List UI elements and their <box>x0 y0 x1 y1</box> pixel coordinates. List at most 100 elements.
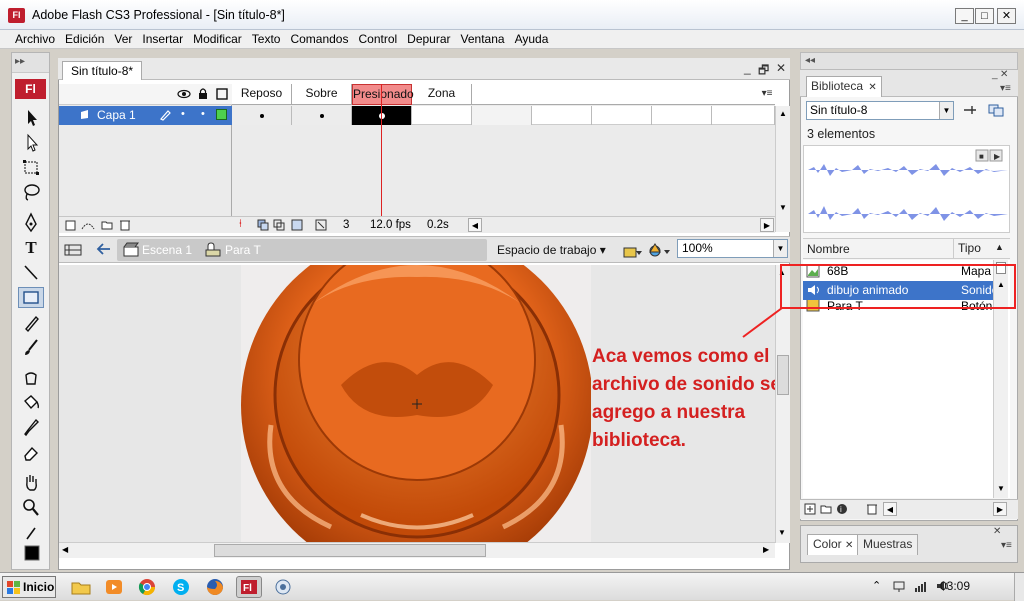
onion-skin-icon[interactable] <box>257 219 269 231</box>
hand-icon[interactable] <box>18 472 44 493</box>
frame-label-presionado[interactable]: Presionado <box>352 84 414 105</box>
text-tool-icon[interactable]: T <box>18 237 44 258</box>
subselect-icon[interactable] <box>18 132 44 153</box>
timeline-vertical-scrollbar[interactable]: ▲ ▼ <box>775 106 790 232</box>
pen-icon[interactable] <box>18 212 44 233</box>
chrome-taskbar-icon[interactable] <box>134 576 160 598</box>
document-tab[interactable]: Sin título-8* <box>62 61 143 80</box>
sort-arrow-icon[interactable]: ▲ <box>995 242 1004 252</box>
flash-taskbar-icon[interactable]: Fl <box>236 576 262 598</box>
frame-5[interactable] <box>472 106 532 125</box>
menu-depurar[interactable]: Depurar <box>402 30 455 48</box>
library-scroll-down-icon[interactable]: ▼ <box>997 484 1005 493</box>
delete-item-icon[interactable] <box>866 502 878 515</box>
outline-color-swatch[interactable] <box>216 109 227 120</box>
swatches-tab[interactable]: Muestras <box>857 534 919 555</box>
breadcrumb-scene[interactable]: Escena 1 <box>142 243 192 257</box>
scroll-up-arrow-icon[interactable]: ▲ <box>779 109 787 118</box>
lasso-icon[interactable] <box>18 182 44 203</box>
library-tab[interactable]: Biblioteca ✕ <box>806 76 882 97</box>
frame-label-zona-activa[interactable]: Zona activa <box>412 84 472 119</box>
timeline-scroll-right[interactable]: ▶ <box>760 218 774 232</box>
stage-hscroll-thumb[interactable] <box>214 544 486 557</box>
menu-control[interactable]: Control <box>353 30 402 48</box>
right-panel-grip[interactable]: ◂◂ <box>800 52 1018 70</box>
doc-minimize-button[interactable]: _ <box>744 61 751 75</box>
firefox-taskbar-icon[interactable] <box>202 576 228 598</box>
arrow-icon[interactable] <box>18 107 44 128</box>
eraser-icon[interactable] <box>18 442 44 463</box>
show-desktop-button[interactable] <box>1014 573 1024 601</box>
control-panel-taskbar-icon[interactable] <box>270 576 296 598</box>
playhead[interactable] <box>381 84 382 216</box>
menu-comandos[interactable]: Comandos <box>285 30 353 48</box>
lock-icon[interactable] <box>197 87 209 100</box>
tools-panel-grip[interactable]: ▸▸ <box>12 53 49 73</box>
frame-label-reposo[interactable]: Reposo <box>232 84 292 105</box>
pin-library-icon[interactable] <box>962 103 978 117</box>
paint-bucket-icon[interactable] <box>18 392 44 413</box>
breadcrumb-symbol[interactable]: Para T <box>225 243 261 257</box>
stage-canvas[interactable] <box>241 265 591 542</box>
keyframe-3[interactable] <box>352 106 412 125</box>
brush-icon[interactable] <box>18 337 44 358</box>
menu-edicion[interactable]: Edición <box>60 30 109 48</box>
timeline-scroll-left[interactable]: ◀ <box>468 218 482 232</box>
collapse-panel-icon[interactable]: ◂◂ <box>805 55 815 66</box>
frame-7[interactable] <box>592 106 652 125</box>
skype-taskbar-icon[interactable]: S <box>168 576 194 598</box>
keyframe-1[interactable] <box>232 106 292 125</box>
rectangle-icon[interactable] <box>18 287 44 308</box>
insert-layer-icon[interactable] <box>65 219 77 231</box>
edit-multiple-frames-icon[interactable] <box>291 219 303 231</box>
library-scroll-left[interactable]: ◀ <box>883 502 897 516</box>
stage-scroll-down-icon[interactable]: ▼ <box>778 528 786 537</box>
visibility-dot[interactable]: • <box>181 108 185 120</box>
library-select-arrow[interactable]: ▼ <box>939 102 953 119</box>
stage-horizontal-scrollbar[interactable]: ◀ ▶ <box>59 542 775 558</box>
minimize-button[interactable]: _ <box>955 8 974 24</box>
zoom-dropdown-arrow[interactable]: ▼ <box>773 240 787 257</box>
back-arrow-icon[interactable] <box>96 242 112 256</box>
color-tab[interactable]: Color ✕ <box>807 534 860 555</box>
new-symbol-icon[interactable] <box>804 503 816 515</box>
maximize-button[interactable]: □ <box>975 8 994 24</box>
column-name[interactable]: Nombre <box>807 242 850 256</box>
motion-guide-icon[interactable] <box>81 219 95 231</box>
color-tab-close-icon[interactable]: ✕ <box>845 540 853 551</box>
stage-vscroll-thumb[interactable] <box>777 355 789 395</box>
workspace-menu[interactable]: Espacio de trabajo ▾ <box>497 243 606 257</box>
library-document-select[interactable]: Sin título-8 ▼ <box>806 101 954 120</box>
pencil-icon[interactable] <box>18 312 44 333</box>
timeline-toggle-icon[interactable] <box>63 241 83 259</box>
ink-bottle-icon[interactable] <box>18 367 44 388</box>
menu-ver[interactable]: Ver <box>109 30 137 48</box>
menu-ventana[interactable]: Ventana <box>456 30 510 48</box>
menu-ayuda[interactable]: Ayuda <box>510 30 554 48</box>
signal-icon[interactable] <box>914 579 928 593</box>
frame-label-sobre[interactable]: Sobre <box>292 84 352 105</box>
stroke-color-icon[interactable] <box>18 523 44 544</box>
panel2-close-icon[interactable]: ✕ <box>993 526 1001 537</box>
frame-6[interactable] <box>532 106 592 125</box>
show-hidden-icons[interactable]: ⌃ <box>872 579 881 592</box>
library-scroll-right[interactable]: ▶ <box>993 502 1007 516</box>
start-button[interactable]: Inicio <box>2 576 56 598</box>
doc-restore-button[interactable]: 🗗 <box>758 61 769 82</box>
eye-icon[interactable] <box>177 88 191 100</box>
insert-folder-icon[interactable] <box>101 219 113 231</box>
new-folder-icon[interactable] <box>820 503 832 515</box>
clock[interactable]: 03:09 <box>940 579 970 593</box>
outline-icon[interactable] <box>216 88 228 100</box>
column-type[interactable]: Tipo <box>953 239 981 258</box>
panel2-options-icon[interactable]: ▾≡ <box>1001 540 1012 551</box>
panel-close-icon[interactable]: ✕ <box>1000 69 1008 80</box>
timeline-menu-icon[interactable]: ▾≡ <box>760 86 774 102</box>
scroll-down-arrow-icon[interactable]: ▼ <box>779 203 787 212</box>
fill-color-icon[interactable] <box>18 543 44 564</box>
lock-dot[interactable]: • <box>201 108 205 120</box>
panel-options-icon[interactable]: ▾≡ <box>1000 83 1011 94</box>
close-button[interactable]: ✕ <box>997 8 1016 24</box>
free-transform-icon[interactable] <box>18 157 44 178</box>
network-icon[interactable] <box>892 579 906 593</box>
